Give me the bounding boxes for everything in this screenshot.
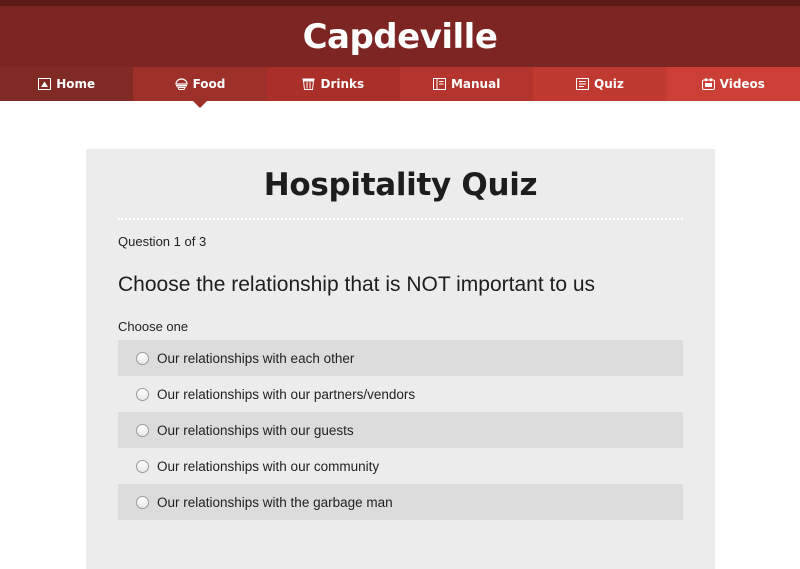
radio-button[interactable]: [136, 459, 149, 473]
site-title[interactable]: Capdeville: [303, 17, 498, 57]
option-label: Our relationships with our guests: [157, 422, 354, 438]
nav-label: Videos: [719, 77, 765, 91]
radio-button[interactable]: [136, 351, 149, 365]
quiz-icon: [576, 78, 590, 90]
answer-option[interactable]: Our relationships with our partners/vend…: [118, 376, 683, 412]
option-label: Our relationships with each other: [157, 350, 355, 366]
nav-item-quiz[interactable]: Quiz: [533, 67, 667, 101]
quiz-title: Hospitality Quiz: [263, 167, 538, 203]
radio-button[interactable]: [136, 387, 149, 401]
question-progress: Question 1 of 3: [118, 234, 207, 249]
option-label: Our relationships with our partners/vend…: [157, 386, 416, 402]
answer-option[interactable]: Our relationships with our community: [118, 448, 683, 484]
food-icon: [174, 78, 188, 90]
nav-item-food[interactable]: Food: [133, 67, 267, 101]
nav-label: Food: [192, 77, 226, 91]
main-nav: Home Food Drinks Manual Quiz Videos: [0, 67, 800, 101]
radio-button[interactable]: [136, 495, 149, 509]
quiz-card: Hospitality Quiz Question 1 of 3 Choose …: [86, 149, 715, 569]
home-icon: [38, 78, 52, 90]
nav-label: Home: [56, 77, 96, 91]
nav-item-videos[interactable]: Videos: [666, 67, 800, 101]
nav-item-manual[interactable]: Manual: [399, 67, 534, 101]
answer-option[interactable]: Our relationships with the garbage man: [118, 484, 683, 520]
nav-label: Drinks: [320, 77, 365, 91]
videos-icon: [701, 78, 715, 90]
radio-button[interactable]: [136, 423, 149, 437]
divider: [118, 218, 683, 220]
question-text: Choose the relationship that is NOT impo…: [118, 273, 596, 296]
nav-label: Manual: [450, 77, 501, 91]
answer-hint: Choose one: [118, 319, 189, 334]
manual-icon: [432, 78, 446, 90]
option-label: Our relationships with the garbage man: [157, 494, 393, 510]
nav-item-home[interactable]: Home: [0, 67, 134, 101]
answer-options: Our relationships with each other Our re…: [118, 340, 683, 520]
answer-option[interactable]: Our relationships with our guests: [118, 412, 683, 448]
site-header: Capdeville: [0, 6, 800, 67]
option-label: Our relationships with our community: [157, 458, 380, 474]
nav-label: Quiz: [594, 77, 624, 91]
nav-item-drinks[interactable]: Drinks: [266, 67, 400, 101]
drinks-icon: [302, 78, 315, 90]
answer-option[interactable]: Our relationships with each other: [118, 340, 683, 376]
